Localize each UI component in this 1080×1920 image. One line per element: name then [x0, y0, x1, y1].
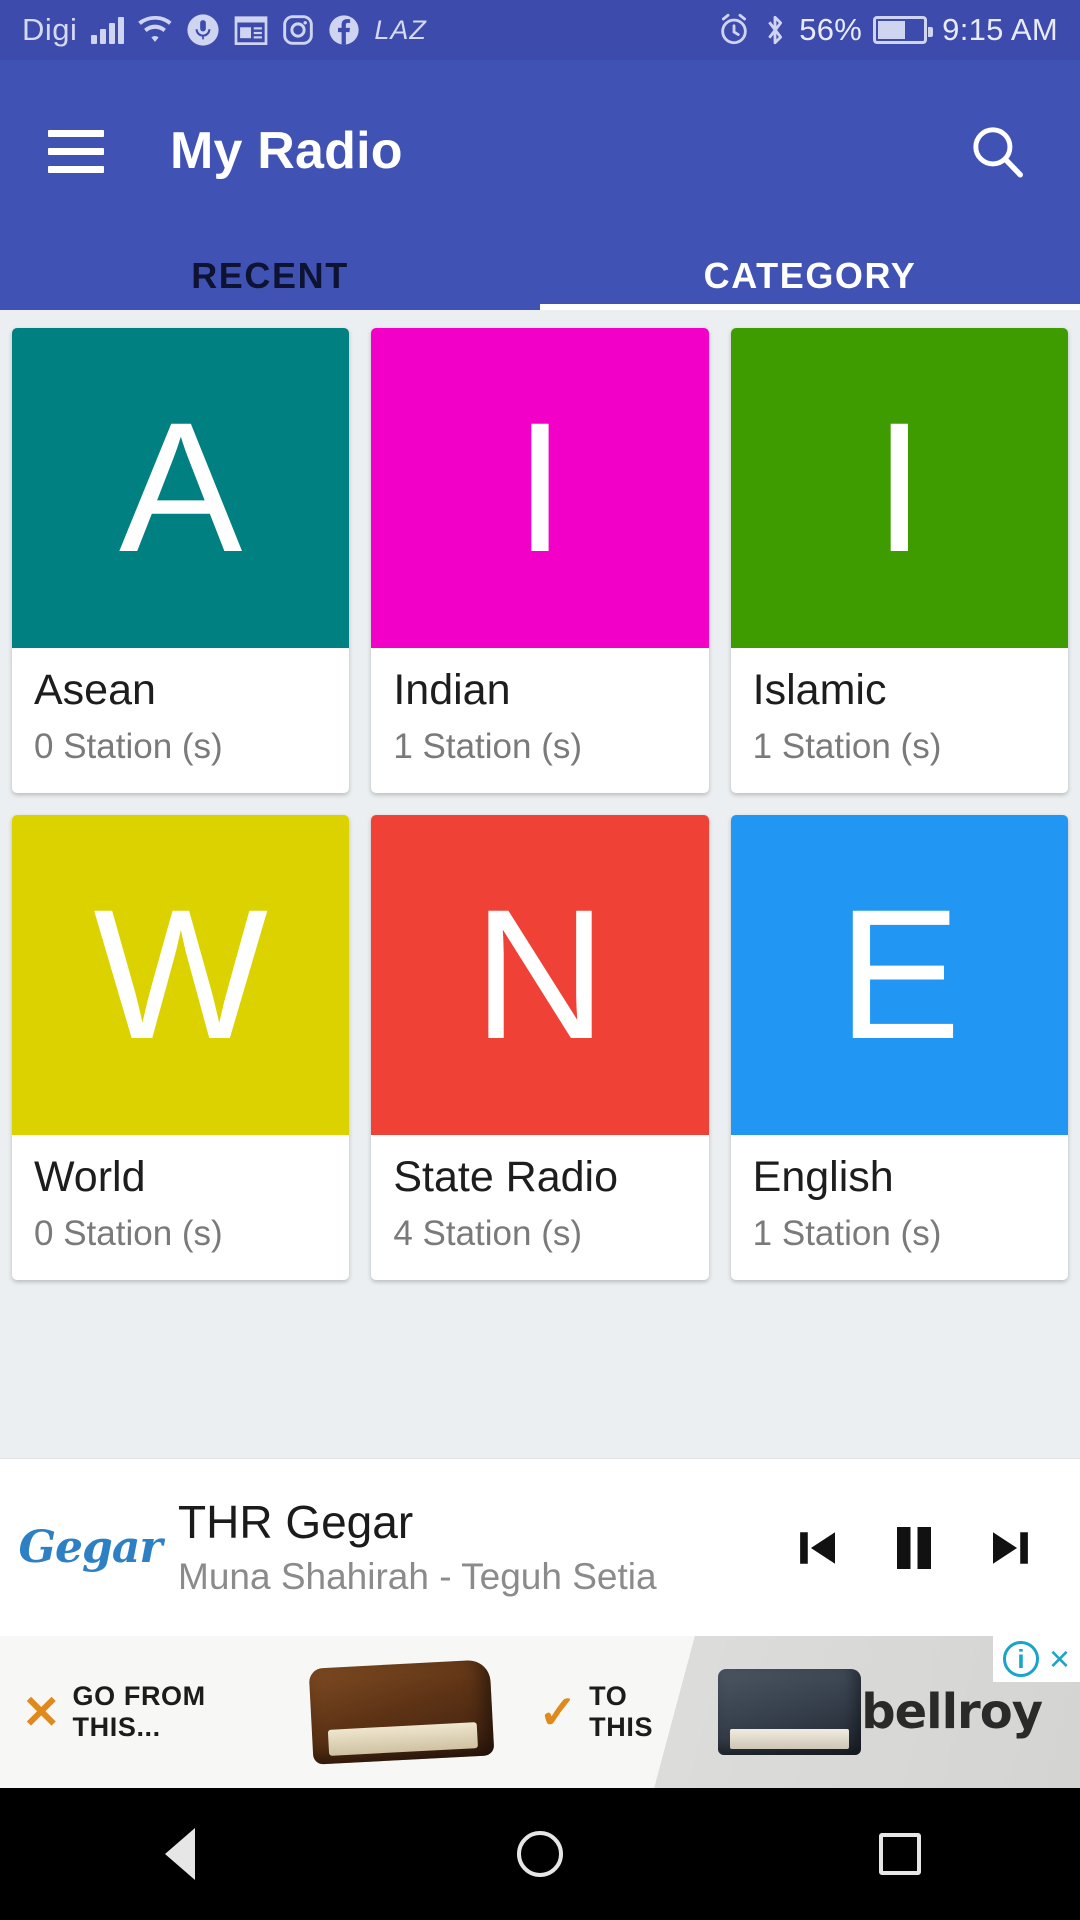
voice-assistant-icon	[186, 13, 220, 47]
clock-label: 9:15 AM	[942, 12, 1058, 47]
skip-next-icon[interactable]	[984, 1521, 1038, 1575]
gegar-logo-text: Gegar	[18, 1522, 162, 1573]
ad-before-segment: ✕ GO FROM THIS...	[22, 1681, 289, 1743]
category-card-islamic[interactable]: I Islamic 1 Station (s)	[730, 328, 1068, 794]
skip-previous-icon[interactable]	[790, 1521, 844, 1575]
hamburger-icon[interactable]	[48, 129, 104, 173]
category-grid: A Asean 0 Station (s) I Indian 1 Station…	[12, 328, 1068, 1281]
app-bar: My Radio	[0, 60, 1080, 242]
category-card-english[interactable]: E English 1 Station (s)	[730, 815, 1068, 1281]
news-icon	[234, 15, 268, 45]
player-metadata: THR Gegar Muna Shahirah - Teguh Setia	[178, 1497, 790, 1597]
ad-content: ✕ GO FROM THIS... ✓ TO THIS bellroy	[0, 1636, 1080, 1788]
status-bar-left: Digi LAZ	[22, 12, 717, 48]
home-circle-icon[interactable]	[480, 1788, 600, 1920]
category-thumb: A	[12, 328, 350, 648]
category-content: A Asean 0 Station (s) I Indian 1 Station…	[0, 310, 1080, 1458]
category-station-count: 0 Station (s)	[34, 727, 223, 767]
carrier-label: Digi	[22, 12, 78, 47]
tab-category[interactable]: CATEGORY	[540, 242, 1080, 310]
instagram-icon	[282, 14, 314, 46]
category-card-body: World 0 Station (s)	[12, 1135, 349, 1280]
ad-brand-label: bellroy	[861, 1684, 1043, 1740]
status-bar-right: 56% 9:15 AM	[717, 12, 1058, 48]
wifi-icon	[138, 16, 172, 44]
category-station-count: 4 Station (s)	[393, 1214, 583, 1254]
tab-recent[interactable]: RECENT	[0, 242, 540, 310]
category-name: Islamic	[752, 666, 887, 714]
category-thumb: E	[730, 815, 1068, 1136]
ad-old-wallet-image	[308, 1659, 496, 1765]
category-name: Asean	[34, 666, 156, 714]
category-thumb: W	[12, 815, 350, 1136]
category-letter: A	[118, 384, 243, 591]
category-station-count: 1 Station (s)	[393, 727, 583, 767]
ad-before-label: GO FROM THIS...	[72, 1681, 206, 1742]
category-letter: I	[514, 384, 566, 591]
category-letter: W	[93, 871, 268, 1078]
category-card-body: Indian 1 Station (s)	[371, 648, 708, 793]
ad-new-wallet-image	[718, 1669, 862, 1755]
battery-icon	[873, 16, 934, 44]
category-card-body: State Radio 4 Station (s)	[371, 1135, 708, 1280]
ad-info-icon[interactable]: i	[1002, 1641, 1039, 1677]
category-name: State Radio	[393, 1153, 619, 1202]
category-thumb: I	[730, 328, 1068, 648]
ad-banner[interactable]: ✕ GO FROM THIS... ✓ TO THIS bellroy i ×	[0, 1636, 1080, 1788]
ad-badges: i ×	[992, 1636, 1080, 1682]
category-card-body: Asean 0 Station (s)	[12, 648, 349, 793]
bluetooth-icon	[762, 13, 788, 47]
category-name: Indian	[393, 666, 511, 714]
lazada-icon: LAZ	[374, 14, 427, 45]
player-controls	[790, 1518, 1054, 1578]
ad-x-icon: ✕	[22, 1686, 61, 1738]
ad-after-label: TO THIS	[589, 1681, 654, 1742]
android-nav-bar	[0, 1788, 1080, 1920]
category-station-count: 1 Station (s)	[752, 727, 942, 767]
recents-square-icon[interactable]	[840, 1788, 960, 1920]
station-logo: Gegar	[18, 1522, 162, 1573]
category-letter: N	[473, 871, 607, 1078]
ad-after-segment: ✓ TO THIS	[539, 1681, 692, 1743]
back-triangle-icon[interactable]	[120, 1788, 240, 1920]
battery-percent-label: 56%	[799, 12, 863, 47]
facebook-icon	[328, 14, 360, 46]
category-card-indian[interactable]: I Indian 1 Station (s)	[371, 328, 709, 794]
category-name: World	[34, 1153, 146, 1202]
pause-icon[interactable]	[884, 1518, 944, 1578]
category-card-state-radio[interactable]: N State Radio 4 Station (s)	[371, 815, 709, 1281]
category-card-asean[interactable]: A Asean 0 Station (s)	[12, 328, 350, 794]
category-letter: E	[837, 871, 962, 1078]
category-name: English	[752, 1153, 894, 1202]
category-card-body: Islamic 1 Station (s)	[731, 648, 1068, 793]
category-thumb: I	[371, 328, 709, 648]
category-letter: I	[873, 384, 926, 591]
now-playing-title: THR Gegar	[178, 1496, 414, 1549]
phone-screen: Digi LAZ 56% 9:15 AM My Radio RECENT CAT…	[0, 0, 1080, 1920]
search-icon[interactable]	[962, 116, 1032, 186]
signal-icon	[91, 16, 125, 44]
ad-close-icon[interactable]: ×	[1049, 1641, 1070, 1677]
now-playing-artist: Muna Shahirah - Teguh Setia	[178, 1555, 657, 1597]
ad-check-icon: ✓	[538, 1686, 578, 1738]
tab-bar: RECENT CATEGORY	[0, 242, 1080, 310]
category-card-body: English 1 Station (s)	[731, 1135, 1068, 1280]
page-title: My Radio	[170, 122, 403, 180]
status-bar: Digi LAZ 56% 9:15 AM	[0, 0, 1080, 60]
alarm-icon	[717, 13, 751, 47]
mini-player[interactable]: Gegar THR Gegar Muna Shahirah - Teguh Se…	[0, 1458, 1080, 1636]
category-thumb: N	[371, 815, 709, 1136]
category-station-count: 0 Station (s)	[34, 1214, 223, 1254]
category-station-count: 1 Station (s)	[752, 1214, 942, 1254]
category-card-world[interactable]: W World 0 Station (s)	[12, 815, 350, 1281]
